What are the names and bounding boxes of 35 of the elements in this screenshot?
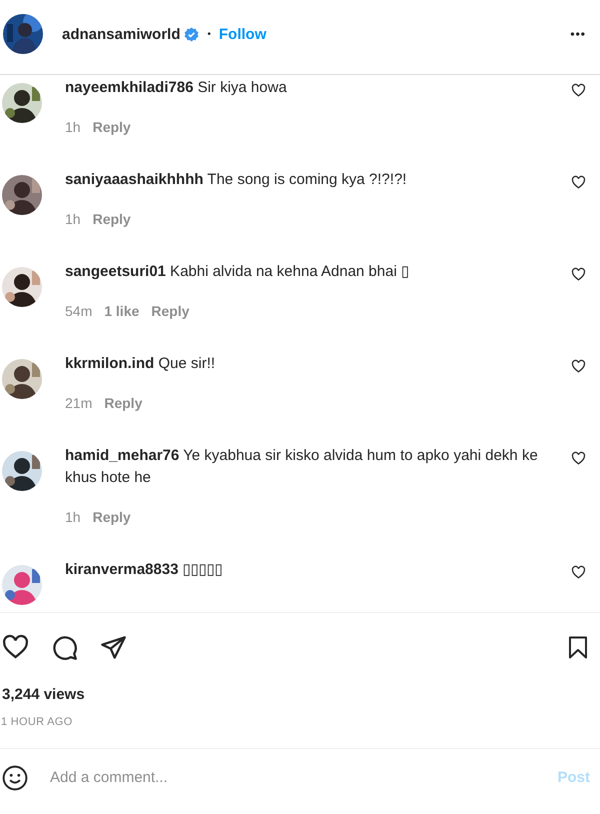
comment-text: kiranverma8833 ▯▯▯▯▯ [65,560,224,580]
reply-button[interactable]: Reply [92,509,131,525]
comment-time: 21m [65,395,92,411]
emoji-icon[interactable] [2,764,28,790]
reply-button[interactable]: Reply [92,211,131,227]
comment-icon[interactable] [51,634,78,660]
follow-button[interactable]: Follow [218,26,266,42]
comment-text: saniyaaashaikhhhh The song is coming kya ?!?!?! [65,170,408,190]
heart-icon[interactable] [571,565,586,580]
likes-count-link[interactable]: 1 like [104,303,140,319]
reply-button[interactable]: Reply [151,303,190,319]
send-icon[interactable] [100,634,127,660]
heart-icon[interactable] [571,175,586,190]
post-time: 1 HOUR AGO [1,716,74,728]
comment-time: 1h [65,509,81,525]
heart-icon[interactable] [571,451,586,466]
comment-time: 1h [65,119,81,135]
more-options-button[interactable]: ••• [570,27,586,41]
comment-text: hamid_mehar76 Ye kyabhua sir kisko alvida hum to apko yahi dekh ke khus hote he [65,446,539,488]
separator-dot: • [207,28,211,40]
heart-icon[interactable] [571,267,586,282]
comment-text: nayeemkhiladi786 Sir kiya howa [65,78,288,98]
comment-input-field[interactable]: Add a comment... [50,763,558,792]
reply-button[interactable]: Reply [104,395,142,411]
comment-text: sangeetsuri01 Kabhi alvida na kehna Adnan bhai ▯ [65,262,410,282]
views-count: 3,244 views [2,686,86,703]
heart-icon[interactable] [571,83,586,98]
comment-time: 54m [65,303,92,319]
heart-icon[interactable] [571,359,586,374]
heart-icon[interactable] [2,634,29,660]
bookmark-icon[interactable] [566,634,590,660]
reply-button[interactable]: Reply [92,119,131,135]
comment-time: 1h [65,211,81,227]
username[interactable]: adnansamiworld [62,26,180,42]
comment-text: kkrmilon.ind Que sir!! [65,354,216,374]
